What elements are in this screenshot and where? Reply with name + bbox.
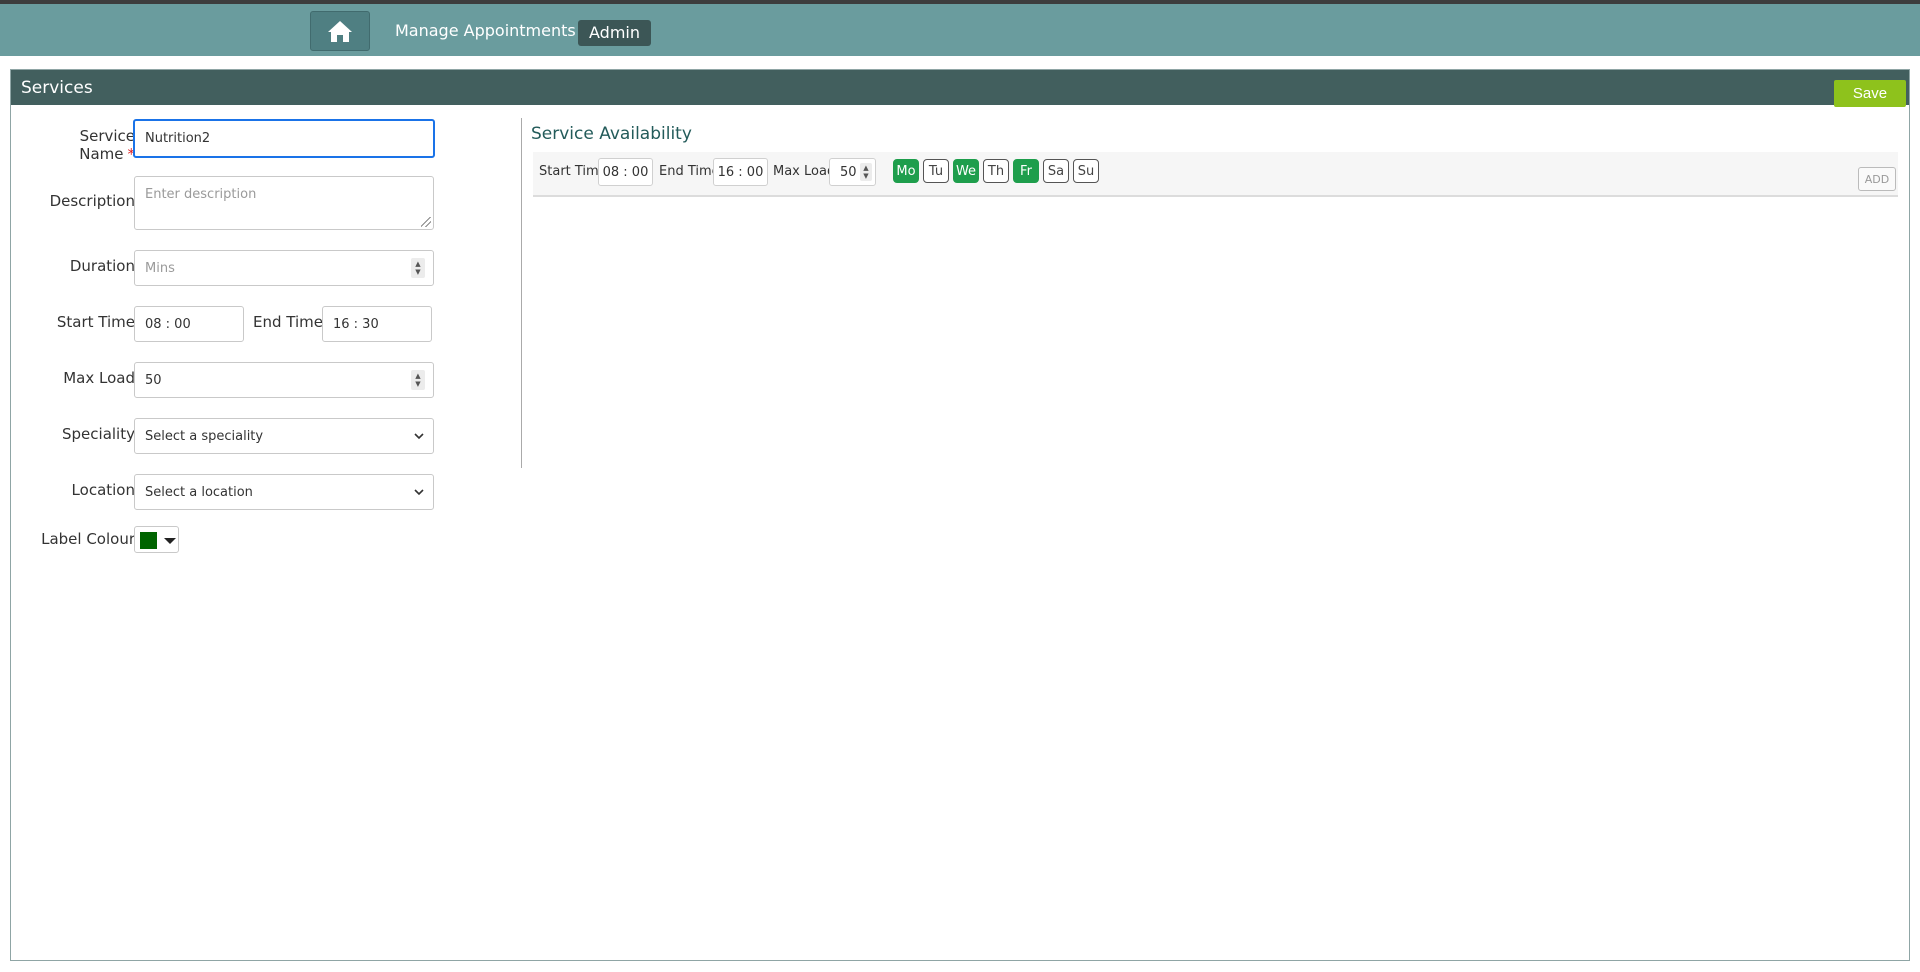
description-placeholder: Enter description [145,187,257,202]
nav-admin[interactable]: Admin [578,20,651,46]
end-time-value: 16 : 30 [333,316,379,332]
location-select[interactable]: Select a location [134,474,434,510]
availability-row: Start Time 08 : 00 End Time 16 : 00 Max … [533,152,1898,197]
start-time-input[interactable]: 08 : 00 [134,306,244,342]
speciality-select[interactable]: Select a speciality [134,418,434,454]
duration-label: Duration [69,257,135,275]
day-toggle-we[interactable]: We [953,159,979,183]
max-load-spinner-icon[interactable]: ▲ ▼ [411,370,425,390]
label-colour-picker[interactable] [134,526,179,553]
day-toggle-fr[interactable]: Fr [1013,159,1039,183]
avail-max-load-label: Max Load [773,164,836,179]
max-load-input[interactable]: 50 ▲ ▼ [134,362,434,398]
start-time-value: 08 : 00 [145,316,191,332]
avail-max-load-spinner-icon[interactable]: ▲ ▼ [860,163,872,181]
day-toggle-sa[interactable]: Sa [1043,159,1069,183]
avail-end-input[interactable]: 16 : 00 [713,158,768,186]
nav-manage-appointments[interactable]: Manage Appointments [395,21,576,40]
location-label: Location [71,481,135,499]
service-name-label: Service Name * [23,127,135,163]
duration-spinner-icon[interactable]: ▲ ▼ [411,258,425,278]
home-icon [328,21,352,42]
service-name-input[interactable]: Nutrition2 [133,119,435,158]
navbar: Manage Appointments Admin [0,4,1920,56]
label-colour-label: Label Colour [41,530,135,548]
avail-max-load-input[interactable]: 50 ▲ ▼ [829,158,876,186]
panel-header: Services Save [11,70,1909,107]
description-label: Description [49,192,135,210]
avail-start-label: Start Time [539,164,607,179]
avail-end-label: End Time [659,164,720,179]
day-toggle-th[interactable]: Th [983,159,1009,183]
save-button[interactable]: Save [1834,80,1906,107]
avail-start-input[interactable]: 08 : 00 [598,158,653,186]
avail-end-value: 16 : 00 [717,164,764,180]
avail-max-load-value: 50 [840,164,857,180]
end-time-label: End Time [253,313,323,331]
duration-placeholder: Mins [145,260,175,276]
caret-down-icon [164,538,176,544]
service-name-label-text: Service Name [79,127,135,163]
chevron-down-icon [414,433,424,440]
home-button[interactable] [310,11,370,51]
max-load-value: 50 [145,372,162,388]
day-toggle-tu[interactable]: Tu [923,159,949,183]
availability-title: Service Availability [531,124,692,144]
end-time-input[interactable]: 16 : 30 [322,306,432,342]
services-panel: Services Save Service Name * Nutrition2 D… [10,69,1910,961]
colour-swatch [140,532,157,549]
avail-start-value: 08 : 00 [602,164,649,180]
day-toggle-su[interactable]: Su [1073,159,1099,183]
add-availability-button[interactable]: ADD [1858,167,1896,191]
resize-grip-icon[interactable] [421,217,431,227]
speciality-label: Speciality [62,425,135,443]
description-textarea[interactable]: Enter description [134,176,434,230]
duration-input[interactable]: Mins ▲ ▼ [134,250,434,286]
speciality-value: Select a speciality [145,428,264,444]
vertical-divider [521,118,522,468]
start-time-label: Start Time [56,313,135,331]
day-toggle-mo[interactable]: Mo [893,159,919,183]
location-value: Select a location [145,484,253,500]
max-load-label: Max Load [63,369,135,387]
panel-title: Services [21,78,93,98]
service-name-value: Nutrition2 [145,131,211,146]
chevron-down-icon [414,489,424,496]
